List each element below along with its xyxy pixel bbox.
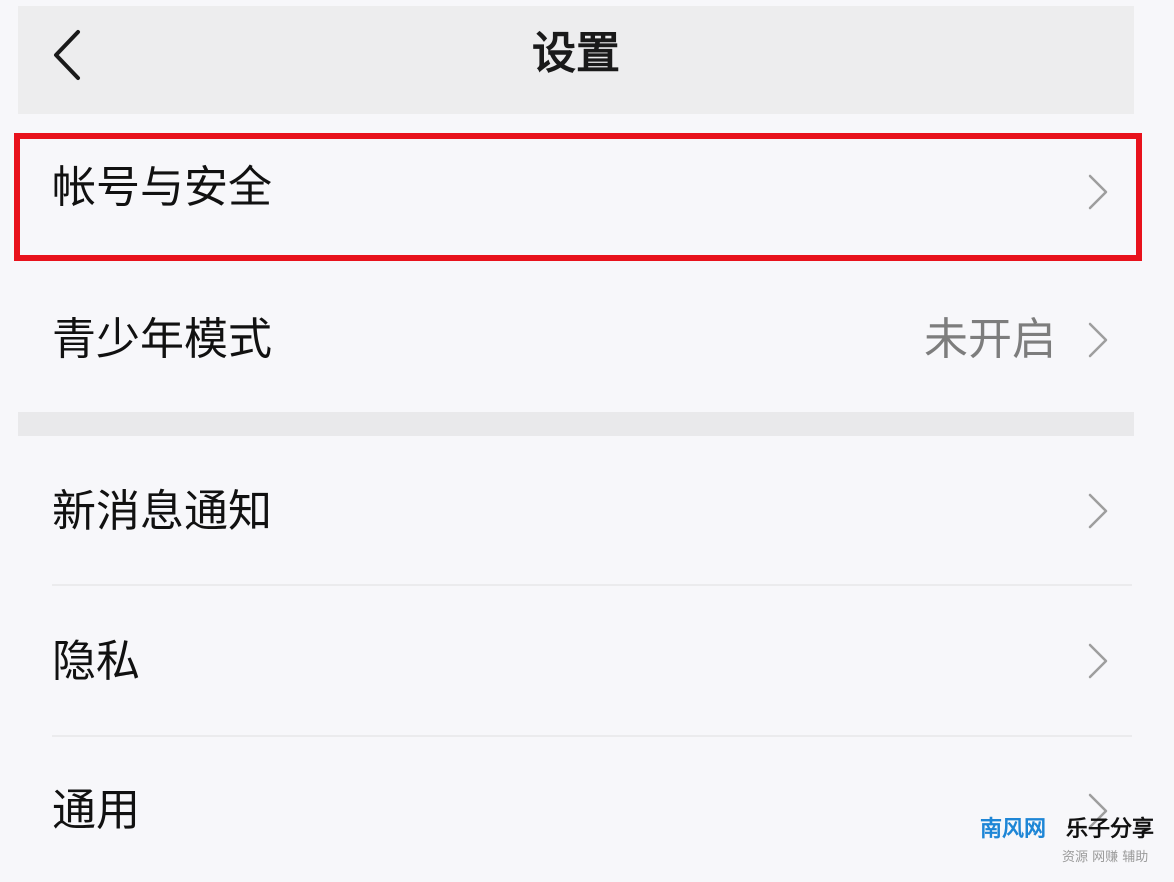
settings-item-label: 帐号与安全 (52, 162, 272, 213)
settings-item-account-security[interactable]: 帐号与安全 (18, 136, 1134, 248)
watermark-subtitle: 资源 网赚 辅助 (1062, 850, 1149, 865)
settings-item-label: 新消息通知 (52, 486, 272, 537)
nav-bar: 设置 (18, 6, 1134, 114)
watermark: 南风网 乐子分享 资源 网赚 辅助 (978, 816, 1170, 872)
chevron-right-icon (1086, 320, 1110, 360)
settings-item-notifications[interactable]: 新消息通知 (18, 436, 1134, 584)
settings-item-privacy[interactable]: 隐私 (18, 586, 1134, 734)
chevron-right-icon (1086, 491, 1110, 531)
settings-item-general[interactable]: 通用 (18, 737, 1134, 882)
chevron-right-icon (1086, 641, 1110, 681)
page-title: 设置 (532, 28, 620, 79)
section-separator (18, 412, 1134, 436)
watermark-brand: 南风网 (980, 817, 1047, 842)
settings-item-label: 通用 (52, 785, 140, 836)
settings-item-label: 青少年模式 (52, 314, 272, 365)
settings-item-label: 隐私 (52, 636, 140, 687)
watermark-name: 乐子分享 (1066, 817, 1155, 842)
youth-mode-status: 未开启 (924, 314, 1056, 365)
chevron-right-icon (1086, 172, 1110, 212)
settings-screen: 设置 帐号与安全 青少年模式 未开启 新消息通知 隐私 通用 南风网 乐子分享 … (0, 0, 1174, 882)
settings-item-youth-mode[interactable]: 青少年模式 未开启 (18, 262, 1134, 412)
